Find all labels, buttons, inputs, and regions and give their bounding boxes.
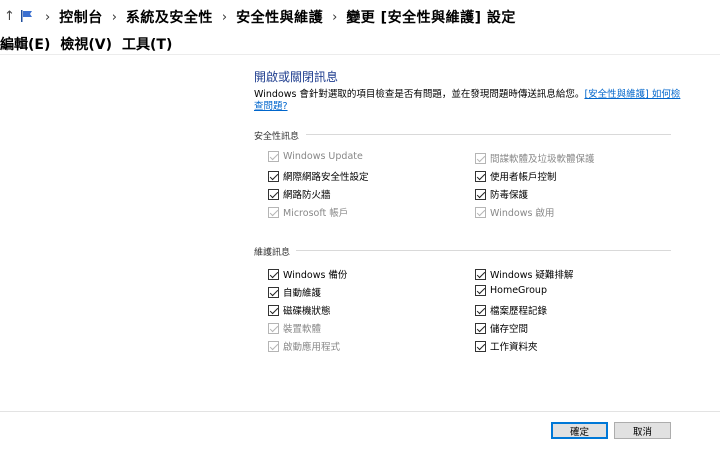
description-text: Windows 會針對選取的項目檢查是否有問題，並在發現問題時傳送訊息給您。 — [254, 89, 585, 100]
checkbox-box[interactable] — [268, 322, 279, 334]
menu-bar: 編輯(E) 檢視(V) 工具(T) — [0, 34, 182, 54]
checkbox-box[interactable] — [475, 340, 486, 352]
checkbox-work-folders[interactable]: 工作資料夾 — [475, 339, 538, 353]
checkbox-network-firewall[interactable]: 網路防火牆 — [268, 187, 331, 201]
divider-line — [296, 250, 671, 251]
security-section-header: 安全性訊息 — [254, 129, 299, 142]
checkbox-device-software[interactable]: 裝置軟體 — [268, 321, 321, 335]
breadcrumb-item-control-panel[interactable]: 控制台 — [59, 7, 103, 27]
checkbox-box[interactable] — [475, 170, 486, 182]
ok-button[interactable]: 確定 — [551, 422, 608, 439]
checkbox-windows-troubleshooting[interactable]: Windows 疑難排解 — [475, 267, 573, 281]
security-section-label: 安全性訊息 — [254, 132, 300, 142]
checkbox-label: Microsoft 帳戶 — [283, 208, 349, 219]
checkbox-label: Windows 啟用 — [490, 208, 555, 219]
checkbox-label: 儲存空間 — [490, 324, 529, 335]
checkbox-automatic-maintenance[interactable]: 自動維護 — [268, 285, 321, 299]
checkbox-windows-update[interactable]: Windows Update — [268, 151, 363, 162]
checkbox-storage-spaces[interactable]: 儲存空間 — [475, 321, 528, 335]
checkbox-microsoft-account[interactable]: Microsoft 帳戶 — [268, 205, 348, 219]
menu-tools[interactable]: 工具(T) — [122, 34, 172, 54]
checkbox-label: 間諜軟體及垃圾軟體保護 — [490, 154, 595, 165]
checkbox-box[interactable] — [268, 340, 279, 352]
up-arrow-icon[interactable]: ↑ — [4, 9, 15, 24]
breadcrumb: › 控制台 › 系統及安全性 › 安全性與維護 › 變更 [安全性與維護] 設定 — [36, 7, 516, 27]
checkbox-file-history[interactable]: 檔案歷程記錄 — [475, 303, 547, 317]
checkbox-box[interactable] — [268, 151, 279, 162]
address-bar[interactable]: ↑ › 控制台 › 系統及安全性 › 安全性與維護 › 變更 [安全性與維護] … — [0, 0, 720, 34]
cancel-button[interactable]: 取消 — [614, 422, 671, 439]
checkbox-box[interactable] — [475, 152, 486, 164]
breadcrumb-item-security-maintenance[interactable]: 安全性與維護 — [236, 7, 323, 27]
flag-icon — [21, 10, 32, 22]
chevron-right-icon: › — [332, 9, 338, 25]
checkbox-virus-protection[interactable]: 防毒保護 — [475, 187, 528, 201]
checkbox-label: 工作資料夾 — [490, 342, 538, 353]
checkbox-label: 網路防火牆 — [283, 190, 331, 201]
checkbox-label: 檔案歷程記錄 — [490, 306, 548, 317]
menu-edit[interactable]: 編輯(E) — [0, 34, 50, 54]
menu-divider — [0, 54, 720, 55]
checkbox-label: 裝置軟體 — [283, 324, 322, 335]
chevron-right-icon: › — [221, 9, 228, 25]
divider-line — [306, 134, 671, 135]
maintenance-section-header: 維護訊息 — [254, 245, 290, 258]
checkbox-label: 防毒保護 — [490, 190, 529, 201]
checkbox-box[interactable] — [475, 322, 486, 334]
checkbox-box[interactable] — [268, 268, 279, 280]
checkbox-box[interactable] — [475, 188, 486, 200]
checkbox-spyware-protection[interactable]: 間諜軟體及垃圾軟體保護 — [475, 151, 595, 165]
checkbox-label: 啟動應用程式 — [283, 342, 341, 353]
checkbox-box[interactable] — [475, 206, 486, 218]
checkbox-box[interactable] — [268, 304, 279, 316]
checkbox-label: HomeGroup — [490, 285, 547, 296]
checkbox-box[interactable] — [268, 206, 279, 218]
checkbox-label: 磁碟機狀態 — [283, 306, 331, 317]
chevron-right-icon: › — [111, 9, 117, 25]
checkbox-label: Windows 疑難排解 — [490, 270, 574, 281]
checkbox-windows-activation[interactable]: Windows 啟用 — [475, 205, 554, 219]
checkbox-windows-backup[interactable]: Windows 備份 — [268, 267, 347, 281]
checkbox-label: Windows Update — [283, 151, 363, 162]
checkbox-homegroup[interactable]: HomeGroup — [475, 285, 547, 296]
chevron-right-icon: › — [45, 9, 51, 25]
checkbox-user-account-control[interactable]: 使用者帳戶控制 — [475, 169, 557, 183]
footer-divider — [0, 411, 720, 412]
checkbox-box[interactable] — [268, 286, 279, 298]
breadcrumb-item-change-settings[interactable]: 變更 [安全性與維護] 設定 — [346, 7, 516, 27]
checkbox-label: 網際網路安全性設定 — [283, 172, 369, 183]
menu-view[interactable]: 檢視(V) — [60, 34, 112, 54]
checkbox-label: Windows 備份 — [283, 270, 348, 281]
page-title: 開啟或關閉訊息 — [254, 70, 339, 84]
breadcrumb-item-system-security[interactable]: 系統及安全性 — [126, 7, 213, 27]
checkbox-label: 自動維護 — [283, 288, 322, 299]
checkbox-box[interactable] — [268, 188, 279, 200]
page-description: Windows 會針對選取的項目檢查是否有問題，並在發現問題時傳送訊息給您。[安… — [254, 89, 684, 113]
checkbox-box[interactable] — [268, 170, 279, 182]
checkbox-box[interactable] — [475, 304, 486, 316]
checkbox-drive-status[interactable]: 磁碟機狀態 — [268, 303, 331, 317]
maintenance-section-label: 維護訊息 — [254, 248, 291, 258]
checkbox-label: 使用者帳戶控制 — [490, 172, 557, 183]
checkbox-box[interactable] — [475, 268, 486, 280]
checkbox-internet-security[interactable]: 網際網路安全性設定 — [268, 169, 369, 183]
checkbox-box[interactable] — [475, 285, 486, 296]
checkbox-startup-apps[interactable]: 啟動應用程式 — [268, 339, 340, 353]
